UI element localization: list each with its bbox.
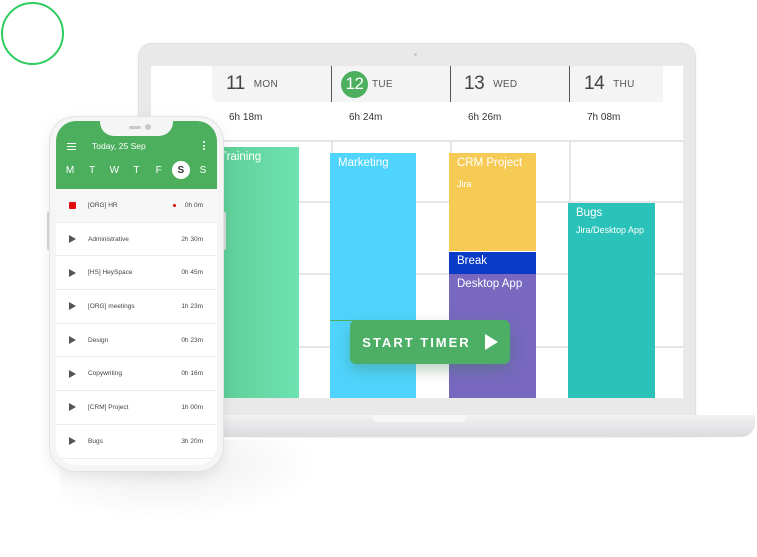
event-subtitle: Jira/Desktop App <box>576 225 645 235</box>
day-name: TUE <box>372 78 393 90</box>
laptop-notch <box>372 415 467 422</box>
event-title: Bugs <box>576 207 603 219</box>
play-icon[interactable] <box>69 235 76 244</box>
start-timer-button[interactable]: START TIMER <box>350 320 510 364</box>
task-time: 0h 0m <box>184 201 203 209</box>
grid-line <box>212 140 683 142</box>
day-header-wed[interactable]: 13 WED <box>450 66 569 102</box>
task-list: [ORG] HR 0h 0m Administrative 2h 30m [HS… <box>56 189 217 459</box>
day-name: THU <box>613 78 635 90</box>
play-icon[interactable] <box>69 336 76 345</box>
day-name: WED <box>493 78 518 90</box>
play-icon[interactable] <box>69 403 76 412</box>
phone-screen: Today, 25 Sep M T W T F S S [ORG] HR 0h … <box>56 121 217 465</box>
event-title: Marketing <box>338 157 389 169</box>
decorative-circle <box>1 2 64 65</box>
play-icon[interactable] <box>69 437 76 446</box>
task-time: 0h 23m <box>181 336 203 344</box>
weekday-fri[interactable]: F <box>150 161 168 179</box>
task-time: 3h 20m <box>181 437 203 445</box>
task-name: Administrative <box>88 235 129 243</box>
day-total-tue: 6h 24m <box>349 112 383 123</box>
day-number: 14 <box>584 73 605 94</box>
task-row[interactable]: Copywriting 0h 16m <box>56 357 217 392</box>
stop-icon[interactable] <box>69 201 76 209</box>
recording-dot-icon <box>173 203 176 207</box>
laptop-camera <box>414 53 417 56</box>
task-name: [HS] HeySpace <box>88 269 133 277</box>
event-title: Desktop App <box>457 278 523 290</box>
weekday-tue[interactable]: T <box>83 161 101 179</box>
laptop-base <box>200 415 755 437</box>
event-title: Training <box>220 151 262 163</box>
phone-speaker <box>129 126 141 129</box>
weekday-thu[interactable]: T <box>127 161 145 179</box>
event-bugs[interactable]: Bugs Jira/Desktop App <box>568 203 655 398</box>
weekday-wed[interactable]: W <box>105 161 123 179</box>
day-header-tue[interactable]: 12 TUE <box>331 66 450 102</box>
weekday-sun[interactable]: S <box>194 161 212 179</box>
task-time: 0h 45m <box>181 269 203 277</box>
task-time: 1h 00m <box>181 403 203 411</box>
task-time: 1h 23m <box>181 302 203 310</box>
task-row[interactable]: Bugs 3h 20m <box>56 424 217 459</box>
event-subtitle: Jira <box>457 179 472 189</box>
event-training[interactable]: Training <box>220 147 299 398</box>
weekday-selector: M T W T F S S <box>61 161 212 179</box>
play-icon[interactable] <box>69 369 76 378</box>
task-name: [ORG] HR <box>88 201 118 209</box>
play-icon[interactable] <box>69 302 76 311</box>
phone-camera <box>145 124 151 130</box>
task-row[interactable]: [ORG] meetings 1h 23m <box>56 290 217 324</box>
event-crm-project[interactable]: CRM Project Jira <box>449 153 536 251</box>
day-number-today: 12 <box>341 70 368 98</box>
task-name: Design <box>88 336 109 344</box>
weekday-mon[interactable]: M <box>61 161 79 179</box>
task-row[interactable]: Design 0h 23m <box>56 323 217 358</box>
event-title: Break <box>457 255 488 267</box>
day-name: MON <box>253 78 278 90</box>
weekday-sat-selected[interactable]: S <box>171 161 190 179</box>
task-time: 0h 16m <box>181 370 203 378</box>
day-total-thu: 7h 08m <box>587 112 621 123</box>
more-options-icon[interactable] <box>203 141 205 151</box>
task-name: [ORG] meetings <box>88 302 135 310</box>
task-row[interactable]: Administrative 2h 30m <box>56 222 217 257</box>
day-header-thu[interactable]: 14 THU <box>569 66 663 102</box>
day-total-mon: 6h 18m <box>229 112 263 123</box>
day-header-mon[interactable]: 11 MON <box>212 66 332 102</box>
event-break[interactable]: Break <box>449 252 536 274</box>
event-title: CRM Project <box>457 157 523 169</box>
hamburger-menu-icon[interactable] <box>67 143 76 150</box>
phone-date-label: Today, 25 Sep <box>92 141 146 151</box>
task-name: Bugs <box>88 437 103 445</box>
day-number: 13 <box>464 73 485 94</box>
start-timer-label: START TIMER <box>362 334 471 350</box>
day-number: 11 <box>226 73 245 94</box>
task-name: Copywriting <box>88 370 122 378</box>
task-row[interactable]: [CRM] Project 1h 00m <box>56 391 217 425</box>
day-total-wed: 6h 26m <box>468 112 502 123</box>
play-icon <box>484 334 498 350</box>
task-row[interactable]: [HS] HeySpace 0h 45m <box>56 256 217 291</box>
task-row[interactable]: [ORG] HR 0h 0m <box>56 189 217 223</box>
play-icon[interactable] <box>69 268 76 277</box>
task-name: [CRM] Project <box>88 403 129 411</box>
task-time: 2h 30m <box>181 235 203 243</box>
